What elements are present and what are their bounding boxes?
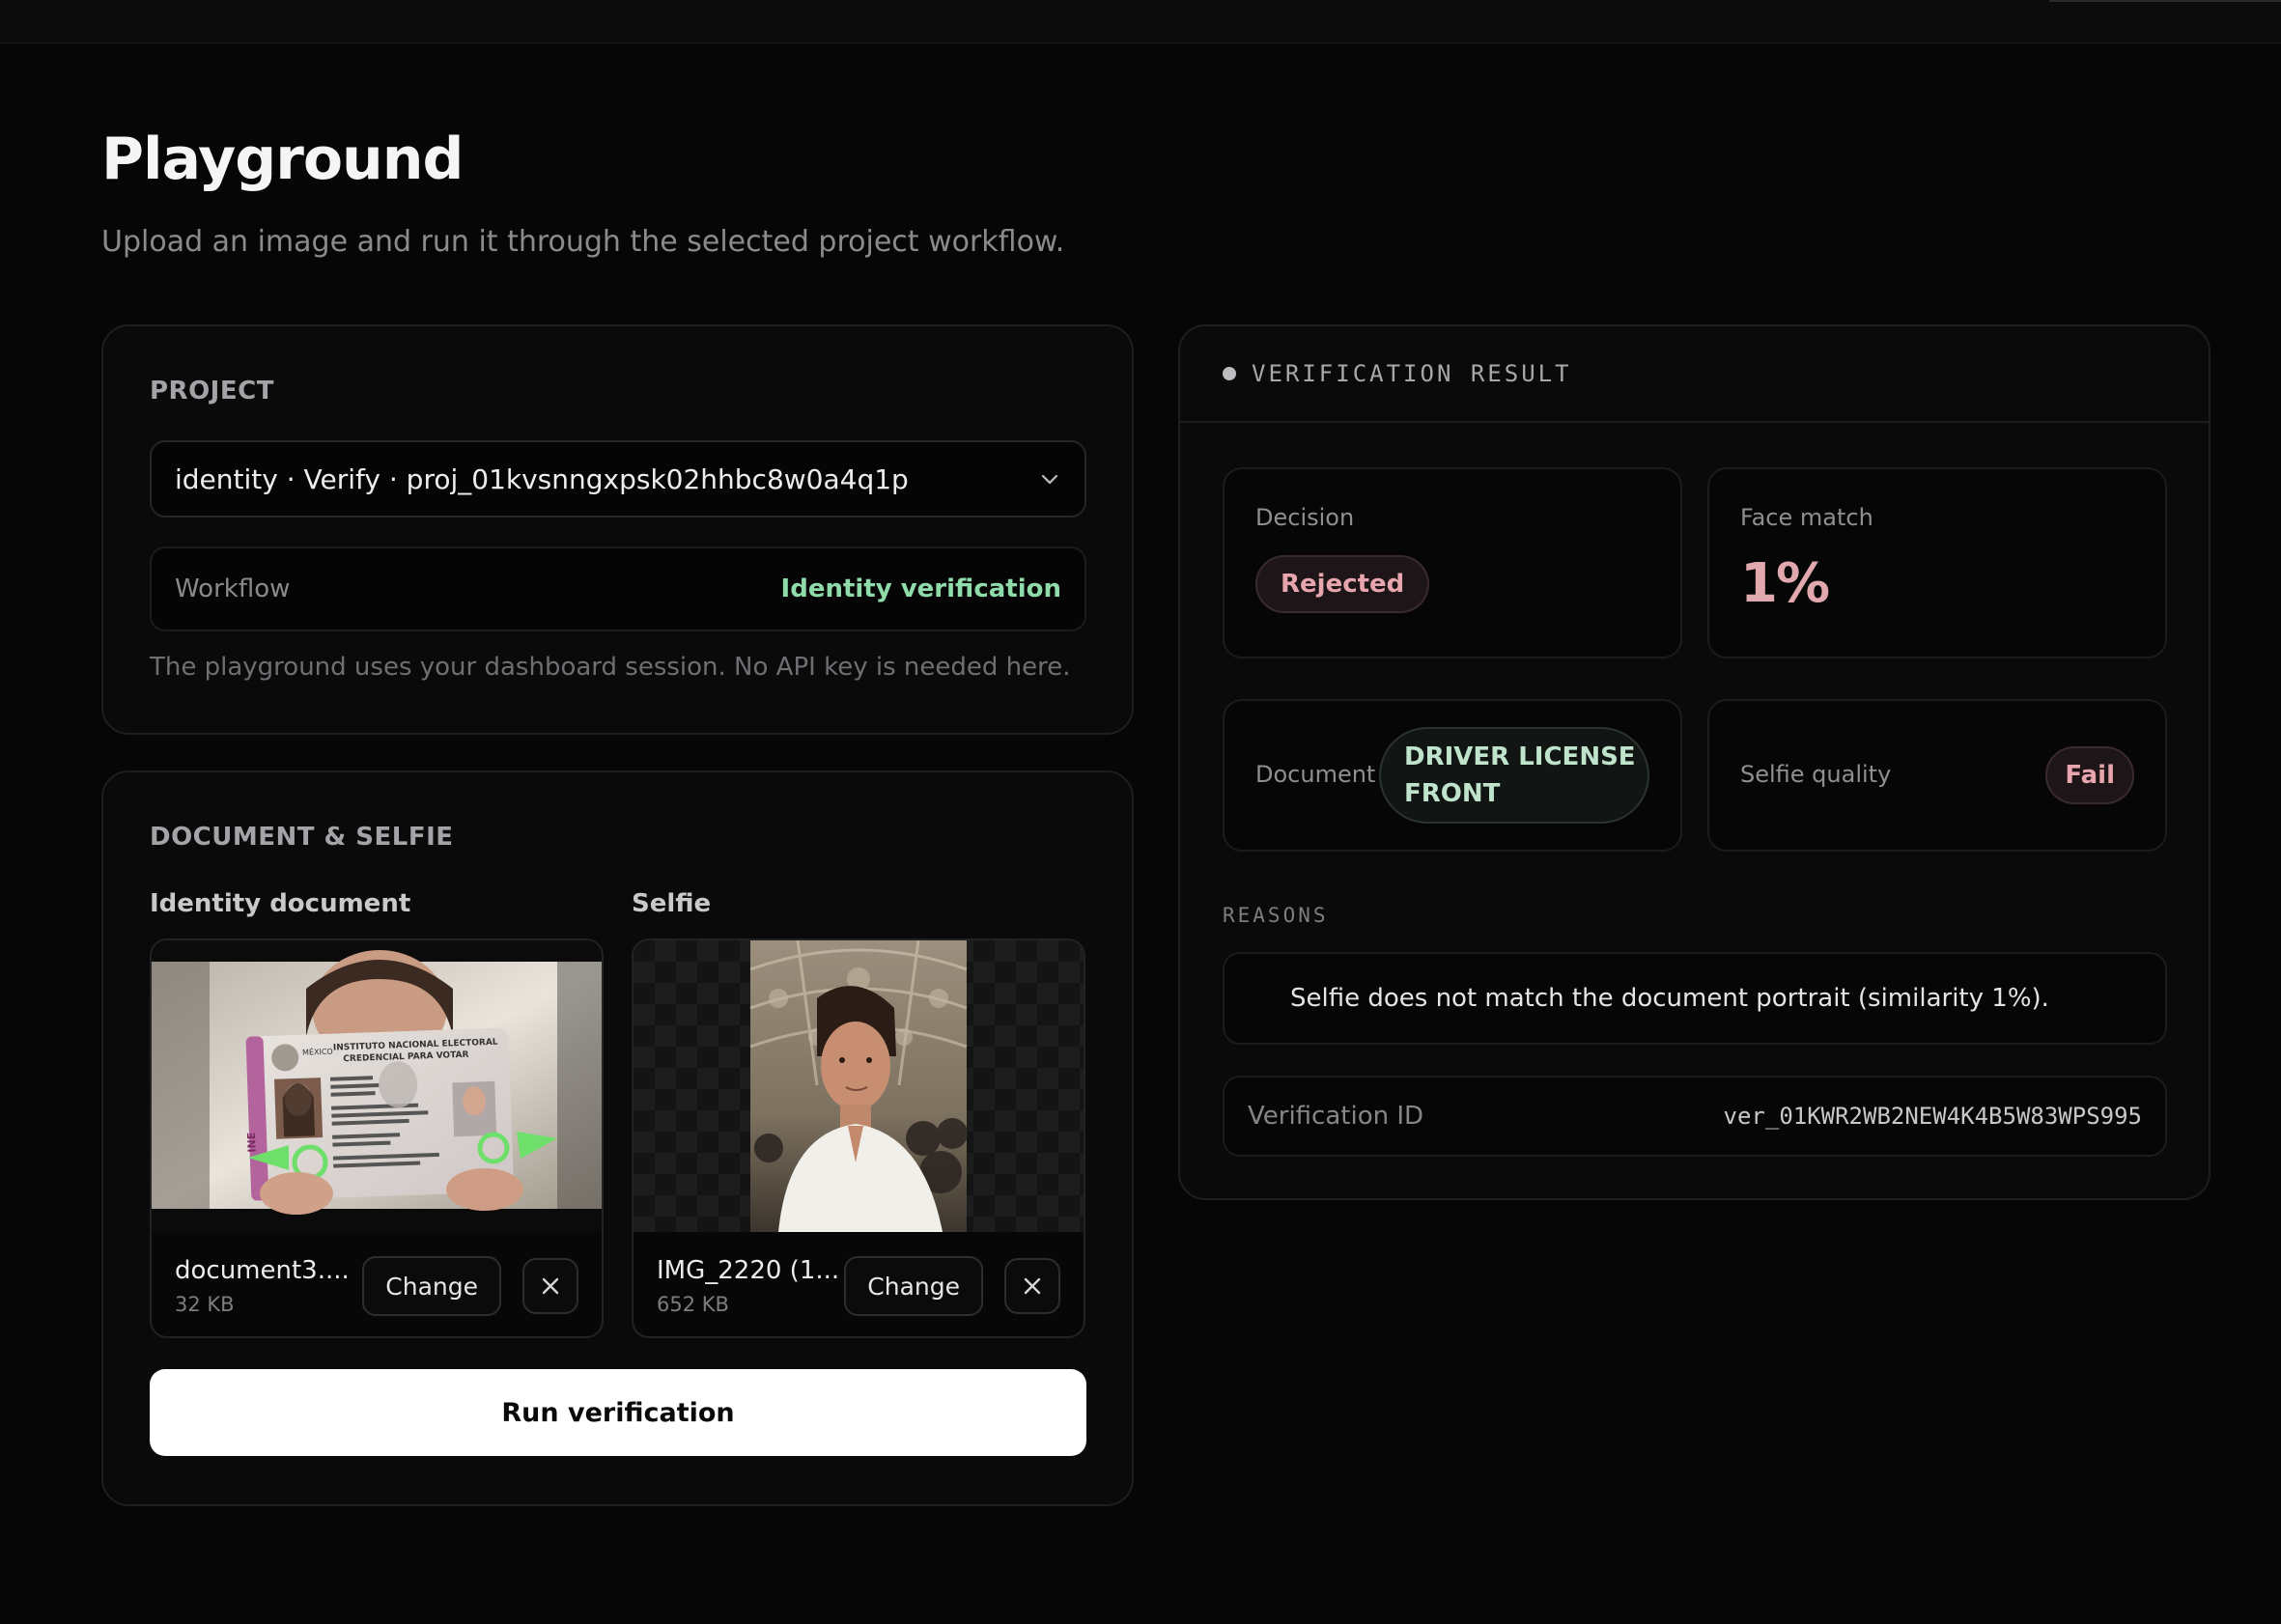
close-icon <box>542 1277 559 1295</box>
identity-document-label: Identity document <box>150 889 411 918</box>
selfie-file-meta: IMG_2220 (1... 652 KB <box>657 1256 840 1316</box>
close-icon <box>1024 1277 1041 1295</box>
upload-section-title: DOCUMENT & SELFIE <box>150 823 454 852</box>
verification-result-card: VERIFICATION RESULT Decision Rejected Fa… <box>1178 324 2211 1200</box>
face-match-value: 1% <box>1740 552 1830 615</box>
selfie-quality-label: Selfie quality <box>1740 761 1892 788</box>
face-match-metric: Face match 1% <box>1707 467 2167 658</box>
reason-item: Selfie does not match the document portr… <box>1223 952 2167 1045</box>
hand-left <box>260 1172 333 1215</box>
selfie-file-footer: IMG_2220 (1... 652 KB Change <box>634 1232 1084 1336</box>
selfie-change-button[interactable]: Change <box>844 1256 983 1316</box>
selfie-file-size: 652 KB <box>657 1293 729 1316</box>
document-type-label: Document <box>1255 761 1376 788</box>
selfie-photo <box>749 940 968 1232</box>
selfie-file-name: IMG_2220 (1... <box>657 1256 840 1285</box>
verification-id-value[interactable]: ver_01KWR2WB2NEW4K4B5W83WPS995 <box>1724 1103 2142 1130</box>
selfie-upload[interactable]: IMG_2220 (1... 652 KB Change <box>632 938 1085 1338</box>
selfie-quality-metric: Selfie quality Fail <box>1707 699 2167 852</box>
decision-label: Decision <box>1255 504 1355 531</box>
project-select-value: identity · Verify · proj_01kvsnngxpsk02h… <box>175 462 909 495</box>
document-remove-button[interactable] <box>522 1258 578 1314</box>
identity-document-upload[interactable]: MÉXICO INSTITUTO NACIONAL ELECTORAL CRED… <box>150 938 604 1338</box>
workflow-label: Workflow <box>175 574 291 603</box>
project-card: PROJECT identity · Verify · proj_01kvsnn… <box>101 324 1134 735</box>
top-bar <box>0 0 2281 43</box>
document-type-metric: Document DRIVER LICENSE FRONT <box>1223 699 1682 852</box>
selfie-preview <box>634 940 1084 1232</box>
document-file-meta: document3.... 32 KB <box>175 1256 350 1316</box>
run-verification-button[interactable]: Run verification <box>150 1369 1086 1456</box>
page-title: Playground <box>101 126 464 193</box>
hand-right <box>446 1168 523 1211</box>
document-file-footer: document3.... 32 KB Change <box>152 1232 602 1336</box>
upload-card: DOCUMENT & SELFIE Identity document Self… <box>101 770 1134 1506</box>
workflow-value: Identity verification <box>780 574 1061 603</box>
decision-metric: Decision Rejected <box>1223 467 1682 658</box>
top-bar-tab-edge <box>2049 0 2281 2</box>
session-note: The playground uses your dashboard sessi… <box>150 653 1071 682</box>
reasons-label: REASONS <box>1223 904 1329 927</box>
project-section-title: PROJECT <box>150 377 274 406</box>
selfie-remove-button[interactable] <box>1004 1258 1060 1314</box>
id-card-logo: INE <box>245 1133 259 1153</box>
page-subtitle: Upload an image and run it through the s… <box>101 225 1065 259</box>
document-change-button[interactable]: Change <box>362 1256 501 1316</box>
result-title: VERIFICATION RESULT <box>1252 360 1572 387</box>
decision-status-badge: Rejected <box>1255 555 1430 613</box>
document-file-name: document3.... <box>175 1256 350 1285</box>
document-type-badge: DRIVER LICENSE FRONT <box>1379 727 1649 824</box>
document-file-size: 32 KB <box>175 1293 235 1316</box>
document-preview: MÉXICO INSTITUTO NACIONAL ELECTORAL CRED… <box>152 940 602 1232</box>
chevron-down-icon <box>1041 474 1058 485</box>
project-select[interactable]: identity · Verify · proj_01kvsnngxpsk02h… <box>150 440 1086 518</box>
status-dot-icon <box>1223 367 1236 380</box>
workflow-row: Workflow Identity verification <box>150 546 1086 631</box>
face-match-label: Face match <box>1740 504 1873 531</box>
verification-id-label: Verification ID <box>1248 1102 1424 1131</box>
verification-id-row: Verification ID ver_01KWR2WB2NEW4K4B5W83… <box>1223 1076 2167 1157</box>
selfie-quality-badge: Fail <box>2045 746 2134 804</box>
selfie-label: Selfie <box>632 889 712 918</box>
result-header: VERIFICATION RESULT <box>1180 326 2209 423</box>
id-card-photo: MÉXICO INSTITUTO NACIONAL ELECTORAL CRED… <box>152 940 602 1232</box>
